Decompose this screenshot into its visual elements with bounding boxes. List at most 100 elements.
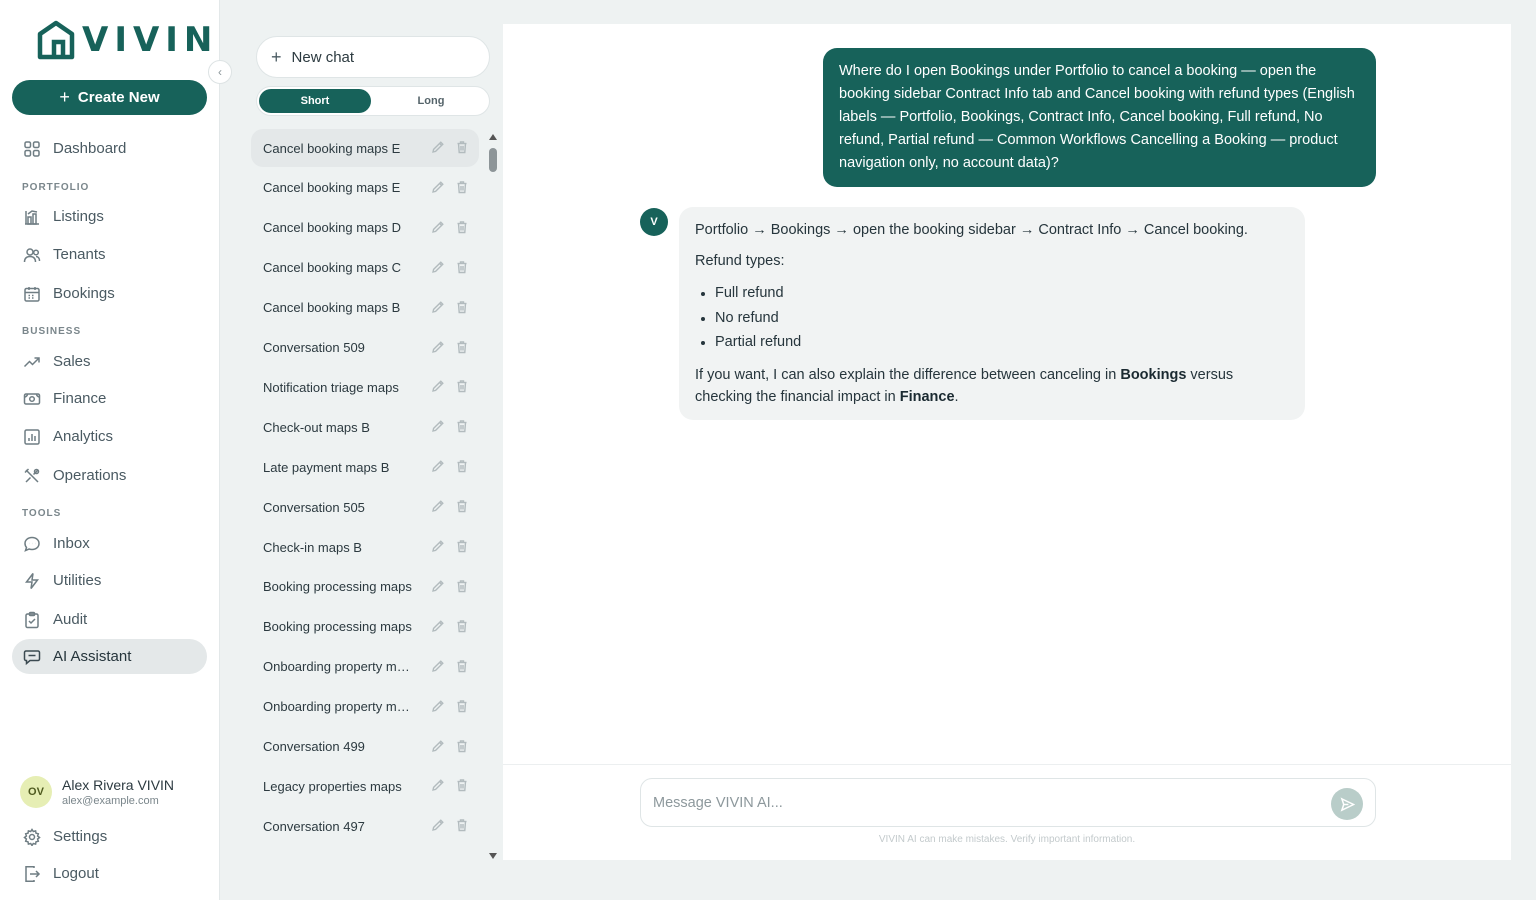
toggle-long[interactable]: Long bbox=[375, 89, 487, 113]
sidebar-item-analytics[interactable]: Analytics bbox=[12, 419, 207, 454]
sidebar-item-label: Bookings bbox=[53, 285, 115, 302]
brand-logo[interactable]: VIVIN bbox=[36, 20, 218, 60]
refund-heading: Refund types: bbox=[695, 253, 785, 269]
section-label-tools: TOOLS bbox=[22, 508, 62, 519]
sidebar-item-dashboard[interactable]: Dashboard bbox=[12, 131, 207, 166]
toggle-short[interactable]: Short bbox=[259, 89, 371, 113]
conversation-item[interactable]: Legacy properties maps bbox=[251, 767, 479, 805]
assistant-avatar: V bbox=[640, 208, 668, 236]
trash-icon[interactable] bbox=[455, 539, 469, 553]
pencil-icon[interactable] bbox=[431, 340, 445, 354]
trash-icon[interactable] bbox=[455, 499, 469, 513]
conversation-scrollbar[interactable] bbox=[488, 134, 498, 859]
pencil-icon[interactable] bbox=[431, 659, 445, 673]
conversation-item[interactable]: Cancel booking maps E bbox=[251, 169, 479, 207]
pencil-icon[interactable] bbox=[431, 180, 445, 194]
conversation-item[interactable]: Cancel booking maps E bbox=[251, 129, 479, 167]
sidebar-item-finance[interactable]: Finance bbox=[12, 381, 207, 416]
conversation-item[interactable]: Check-out maps B bbox=[251, 408, 479, 446]
trash-icon[interactable] bbox=[455, 379, 469, 393]
trash-icon[interactable] bbox=[455, 778, 469, 792]
trend-up-icon bbox=[23, 356, 40, 367]
pencil-icon[interactable] bbox=[431, 579, 445, 593]
pencil-icon[interactable] bbox=[431, 539, 445, 553]
scroll-down-arrow-icon[interactable] bbox=[489, 853, 497, 859]
list-item: Full refund bbox=[695, 281, 1289, 306]
pencil-icon[interactable] bbox=[431, 499, 445, 513]
pencil-icon[interactable] bbox=[431, 619, 445, 633]
conversation-item[interactable]: Conversation 499 bbox=[251, 728, 479, 766]
conversation-actions bbox=[431, 818, 469, 832]
conversation-item[interactable]: Conversation 509 bbox=[251, 329, 479, 367]
trash-icon[interactable] bbox=[455, 818, 469, 832]
trash-icon[interactable] bbox=[455, 699, 469, 713]
trash-icon[interactable] bbox=[455, 419, 469, 433]
conversation-title: Conversation 497 bbox=[263, 818, 365, 834]
message-input[interactable] bbox=[653, 791, 1313, 815]
conversation-item[interactable]: Onboarding property maps bbox=[251, 648, 479, 686]
trash-icon[interactable] bbox=[455, 619, 469, 633]
trash-icon[interactable] bbox=[455, 579, 469, 593]
sidebar-item-listings[interactable]: Listings bbox=[12, 199, 207, 234]
outro-text: If you want, I can also explain the diff… bbox=[695, 366, 1121, 383]
pencil-icon[interactable] bbox=[431, 260, 445, 274]
trash-icon[interactable] bbox=[455, 459, 469, 473]
user-profile[interactable]: OV Alex Rivera VIVIN alex@example.com bbox=[20, 776, 174, 808]
pencil-icon[interactable] bbox=[431, 220, 445, 234]
conversation-item[interactable]: Booking processing maps bbox=[251, 568, 479, 606]
sidebar-item-bookings[interactable]: Bookings bbox=[12, 276, 207, 311]
create-new-button[interactable]: + Create New bbox=[12, 80, 207, 115]
pencil-icon[interactable] bbox=[431, 699, 445, 713]
sidebar-item-label: Finance bbox=[53, 390, 107, 407]
trash-icon[interactable] bbox=[455, 260, 469, 274]
conversation-item[interactable] bbox=[251, 847, 479, 859]
sidebar-item-sales[interactable]: Sales bbox=[12, 344, 207, 379]
trash-icon[interactable] bbox=[455, 140, 469, 154]
pencil-icon[interactable] bbox=[431, 818, 445, 832]
sidebar-item-operations[interactable]: Operations bbox=[12, 458, 207, 493]
collapse-sidebar-button[interactable]: ‹ bbox=[208, 60, 232, 84]
sidebar-item-utilities[interactable]: Utilities bbox=[12, 563, 207, 598]
new-chat-button[interactable]: + New chat bbox=[256, 36, 490, 78]
conversation-item[interactable]: Onboarding property maps bbox=[251, 688, 479, 726]
pencil-icon[interactable] bbox=[431, 419, 445, 433]
conversation-item[interactable]: Check-in maps B bbox=[251, 528, 479, 566]
trash-icon[interactable] bbox=[455, 739, 469, 753]
conversation-title: Conversation 509 bbox=[263, 340, 365, 355]
conversation-item[interactable]: Late payment maps B bbox=[251, 448, 479, 486]
pencil-icon[interactable] bbox=[431, 778, 445, 792]
logout-link[interactable]: Logout bbox=[12, 856, 207, 891]
pencil-icon[interactable] bbox=[431, 739, 445, 753]
sidebar-item-tenants[interactable]: Tenants bbox=[12, 237, 207, 272]
scroll-thumb[interactable] bbox=[489, 148, 497, 172]
conversation-title: Booking processing maps bbox=[263, 619, 412, 635]
trash-icon[interactable] bbox=[455, 300, 469, 314]
trash-icon[interactable] bbox=[455, 659, 469, 673]
conversation-actions bbox=[431, 220, 469, 234]
sidebar-item-ai-assistant[interactable]: AI Assistant bbox=[12, 639, 207, 674]
sidebar-item-inbox[interactable]: Inbox bbox=[12, 526, 207, 561]
pencil-icon[interactable] bbox=[431, 459, 445, 473]
conversation-item[interactable]: Cancel booking maps B bbox=[251, 289, 479, 327]
settings-link[interactable]: Settings bbox=[12, 819, 207, 854]
sidebar-item-audit[interactable]: Audit bbox=[12, 602, 207, 637]
pencil-icon[interactable] bbox=[431, 379, 445, 393]
trash-icon[interactable] bbox=[455, 220, 469, 234]
conversation-item[interactable]: Conversation 505 bbox=[251, 488, 479, 526]
pencil-icon[interactable] bbox=[431, 140, 445, 154]
refund-type-list: Full refund No refund Partial refund bbox=[695, 281, 1289, 355]
scroll-up-arrow-icon[interactable] bbox=[489, 134, 497, 140]
conversation-item[interactable]: Cancel booking maps D bbox=[251, 209, 479, 247]
conversation-item[interactable]: Cancel booking maps C bbox=[251, 249, 479, 287]
pencil-icon[interactable] bbox=[431, 300, 445, 314]
dashboard-grid-icon bbox=[24, 140, 40, 157]
trash-icon[interactable] bbox=[455, 180, 469, 194]
conversation-item[interactable]: Conversation 497 bbox=[251, 807, 479, 845]
list-item: No refund bbox=[695, 306, 1289, 331]
lightning-icon bbox=[24, 572, 40, 589]
trash-icon[interactable] bbox=[455, 340, 469, 354]
conversation-item[interactable]: Notification triage maps bbox=[251, 368, 479, 406]
message-composer bbox=[640, 778, 1376, 827]
send-button[interactable] bbox=[1331, 788, 1363, 820]
conversation-item[interactable]: Booking processing maps bbox=[251, 608, 479, 646]
